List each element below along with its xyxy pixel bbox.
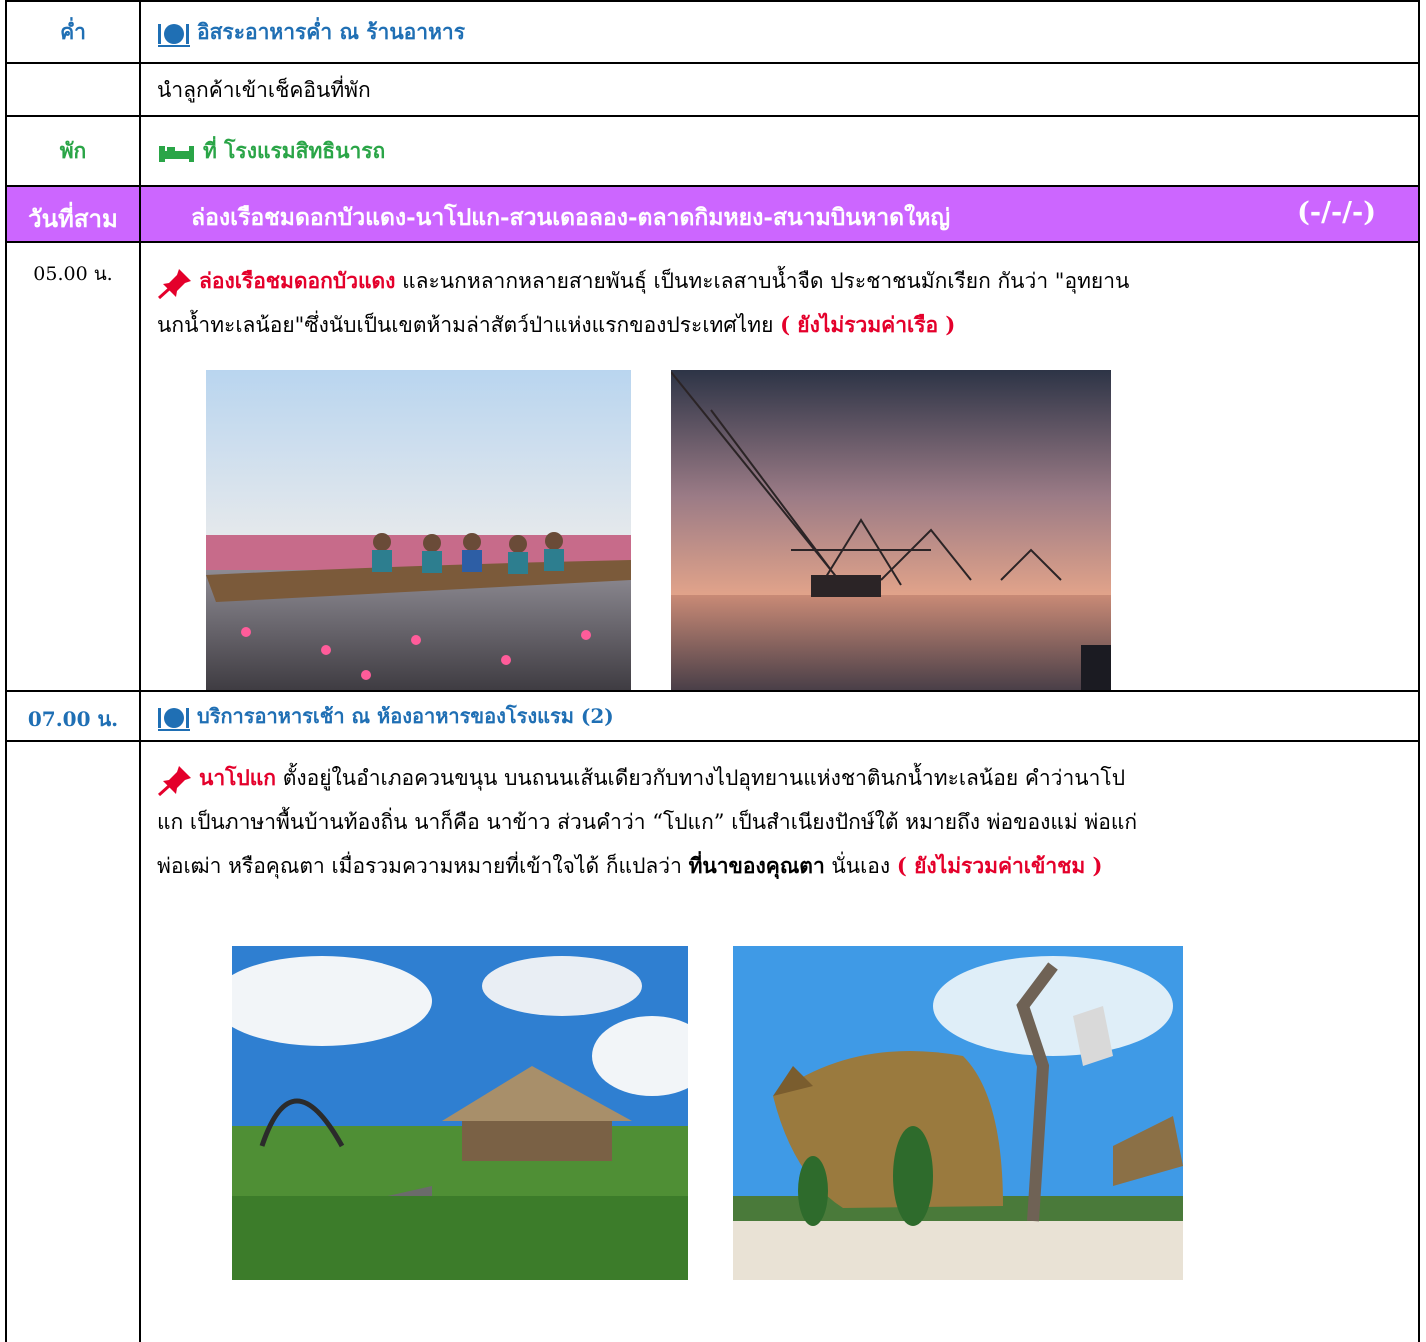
paragraph: ล่องเรือชมดอกบัวแดง และนกหลากหลายสายพันธ… [157, 259, 1417, 303]
straw-buffalo-image [733, 946, 1183, 1280]
note: ( ยังไม่รวมค่าเรือ ) [780, 312, 956, 337]
fishing-nets-image [671, 370, 1111, 690]
content-cell: ล่องเรือชมดอกบัวแดง และนกหลากหลายสายพันธ… [141, 243, 1418, 690]
text: แก เป็นภาษาพื้นบ้านท้องถิ่น นาก็คือ นาข้… [157, 810, 1138, 834]
bed-icon [159, 145, 194, 162]
day-header: วันที่สาม ล่องเรือชมดอกบัวแดง-นาโปแก-สวน… [5, 187, 1420, 243]
row-0500: 05.00 น. ล่องเรือชมดอกบัวแดง และนกหลากหล… [5, 243, 1420, 692]
day-title: ล่องเรือชมดอกบัวแดง-นาโปแก-สวนเดอลอง-ตลา… [191, 204, 951, 231]
plate-cutlery-icon [158, 707, 190, 731]
content-cell: ล่องเรือชมดอกบัวแดง-นาโปแก-สวนเดอลอง-ตลา… [141, 187, 1418, 241]
plate-cutlery-icon [158, 23, 190, 47]
row-napokae: นาโปแก ตั้งอยู่ในอำเภอควนขนุน บนถนนเส้นเ… [5, 742, 1420, 1342]
content-cell: นาโปแก ตั้งอยู่ในอำเภอควนขนุน บนถนนเส้นเ… [141, 742, 1418, 1342]
row-0700: 07.00 น. บริการอาหารเช้า ณ ห้องอาหารของโ… [5, 692, 1420, 742]
time-cell: 07.00 น. [7, 692, 141, 740]
row-checkin: นำลูกค้าเข้าเช็คอินที่พัก [5, 64, 1420, 117]
paragraph: แก เป็นภาษาพื้นบ้านท้องถิ่น นาก็คือ นาข้… [157, 800, 1422, 844]
stay-text: ที่ โรงแรมสิทธินารถ [203, 138, 386, 163]
paragraph: นาโปแก ตั้งอยู่ในอำเภอควนขนุน บนถนนเส้นเ… [157, 756, 1422, 800]
time-label: 05.00 น. [33, 263, 113, 285]
day-label: วันที่สาม [28, 204, 118, 233]
note: ( ยังไม่รวมค่าเข้าชม ) [896, 853, 1103, 878]
time-cell: ค่ำ [7, 2, 141, 62]
lotus-boat-image [206, 370, 631, 690]
lotus-boat-photo [206, 370, 631, 690]
row-stay: พัก ที่ โรงแรมสิทธินารถ [5, 117, 1420, 187]
breakfast-text: บริการอาหารเช้า ณ ห้องอาหารของโรงแรม (2) [197, 704, 614, 728]
fishing-nets-photo [671, 370, 1111, 690]
highlight: นาโปแก [199, 765, 277, 790]
rice-hut-photo [232, 946, 688, 1280]
meal-code: (-/-/-) [1297, 197, 1376, 228]
dinner-line: อิสระอาหารค่ำ ณ ร้านอาหาร [157, 10, 465, 54]
checkin-text: นำลูกค้าเข้าเช็คอินที่พัก [157, 78, 371, 102]
paragraph: พ่อเฒ่า หรือคุณตา เมื่อรวมความหมายที่เข้… [157, 844, 1422, 888]
content-cell: บริการอาหารเช้า ณ ห้องอาหารของโรงแรม (2) [141, 692, 1418, 740]
text: พ่อเฒ่า หรือคุณตา เมื่อรวมความหมายที่เข้… [157, 854, 689, 878]
pushpin-icon [157, 765, 191, 796]
text: และนกหลากหลายสายพันธุ์ เป็นทะเลสาบน้ำจืด… [395, 269, 1130, 293]
content-cell: อิสระอาหารค่ำ ณ ร้านอาหาร [141, 2, 1418, 62]
time-cell: พัก [7, 117, 141, 185]
text: ตั้งอยู่ในอำเภอควนขนุน บนถนนเส้นเดียวกับ… [276, 766, 1126, 790]
text: นกน้ำทะเลน้อย"ซึ่งนับเป็นเขตห้ามล่าสัตว์… [157, 313, 781, 337]
pushpin-icon [157, 268, 191, 299]
straw-buffalo-photo [733, 946, 1183, 1280]
time-label: พัก [59, 138, 87, 163]
time-cell: วันที่สาม [7, 187, 141, 241]
text: นั่นเอง [824, 854, 897, 878]
time-label: ค่ำ [60, 19, 86, 44]
time-label: 07.00 น. [27, 707, 119, 731]
dinner-text: อิสระอาหารค่ำ ณ ร้านอาหาร [197, 19, 465, 44]
paragraph: นกน้ำทะเลน้อย"ซึ่งนับเป็นเขตห้ามล่าสัตว์… [157, 303, 1417, 347]
time-cell [7, 64, 141, 115]
bold-text: ที่นาของคุณตา [688, 853, 825, 878]
row-dinner: ค่ำ อิสระอาหารค่ำ ณ ร้านอาหาร [5, 0, 1420, 64]
time-cell [7, 742, 141, 1342]
rice-hut-image [232, 946, 688, 1280]
highlight: ล่องเรือชมดอกบัวแดง [199, 268, 396, 293]
itinerary-table: ค่ำ อิสระอาหารค่ำ ณ ร้านอาหาร นำลูกค้าเข… [5, 0, 1420, 1342]
breakfast-line: บริการอาหารเช้า ณ ห้องอาหารของโรงแรม (2) [157, 694, 614, 738]
stay-line: ที่ โรงแรมสิทธินารถ [157, 129, 385, 173]
content-cell: ที่ โรงแรมสิทธินารถ [141, 117, 1418, 185]
content-cell: นำลูกค้าเข้าเช็คอินที่พัก [141, 64, 1418, 115]
time-cell: 05.00 น. [7, 243, 141, 690]
